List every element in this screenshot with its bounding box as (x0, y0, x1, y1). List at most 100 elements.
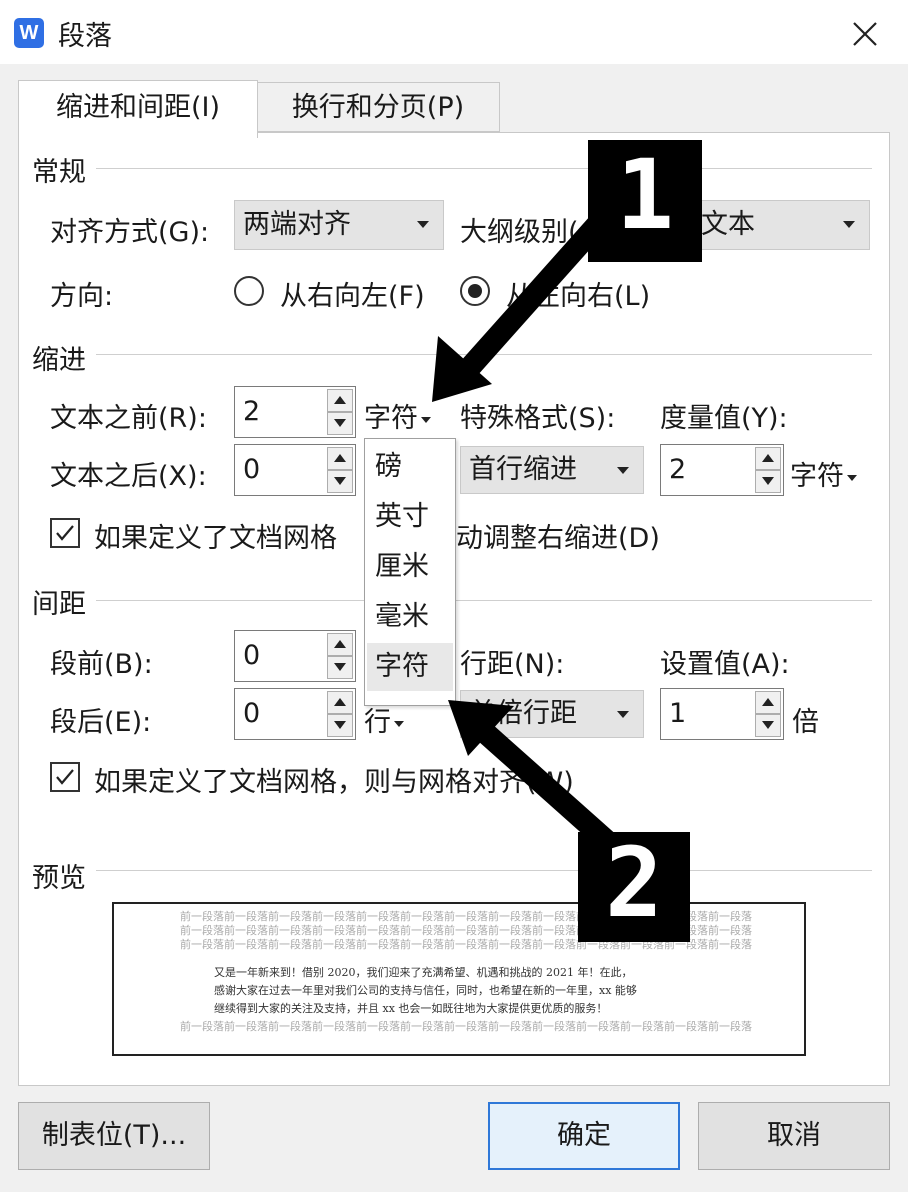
alignment-value: 两端对齐 (243, 209, 351, 240)
indent-after-spinner[interactable]: 0 (234, 444, 356, 496)
arrow-up-icon (762, 698, 774, 706)
arrow-up-icon (334, 698, 346, 706)
special-format-label: 特殊格式(S): (460, 403, 616, 434)
checkmark-icon (56, 525, 74, 541)
caret-down-icon (421, 416, 431, 423)
spin-down-button[interactable] (327, 470, 353, 493)
indent-before-label: 文本之前(R): (50, 403, 207, 434)
tab-indent-spacing[interactable]: 缩进和间距(I) (18, 80, 258, 138)
arrow-up-icon (334, 454, 346, 462)
indent-before-spinner[interactable]: 2 (234, 386, 356, 438)
space-before-spinner[interactable]: 0 (234, 630, 356, 682)
cancel-button[interactable]: 取消 (698, 1102, 890, 1170)
spin-down-button[interactable] (755, 470, 781, 493)
grid-indent-checkbox[interactable] (50, 518, 80, 548)
setting-unit: 倍 (792, 707, 819, 738)
arrow-up-icon (334, 640, 346, 648)
preview-box: 前一段落前一段落前一段落前一段落前一段落前一段落前一段落前一段落前一段落前一段落… (112, 902, 806, 1056)
caret-down-icon (847, 474, 857, 481)
preview-next-line: 前一段落前一段落前一段落前一段落前一段落前一段落前一段落前一段落前一段落前一段落… (180, 1020, 752, 1033)
indent-before-unit-text: 字符 (364, 403, 418, 434)
special-format-value: 首行缩进 (469, 454, 577, 485)
chevron-down-icon (617, 711, 629, 718)
arrow-down-icon (334, 721, 346, 729)
dropdown-option-char[interactable]: 字符 (367, 643, 453, 691)
space-after-label: 段后(E): (50, 707, 152, 738)
tab-line-page-breaks[interactable]: 换行和分页(P) (256, 82, 500, 132)
setting-value-spinner[interactable]: 1 (660, 688, 784, 740)
dropdown-option-inch[interactable]: 英寸 (367, 493, 453, 541)
grid-indent-label-a: 如果定义了文档网格 (94, 523, 337, 554)
grid-indent-label-b: 动调整右缩进(D) (456, 523, 660, 554)
measure-spinner[interactable]: 2 (660, 444, 784, 496)
spin-up-button[interactable] (755, 691, 781, 714)
line-spacing-dropdown[interactable]: 单倍行距 (460, 690, 644, 738)
ltr-radio[interactable] (460, 276, 490, 306)
spin-down-button[interactable] (755, 714, 781, 737)
arrow-down-icon (762, 477, 774, 485)
space-before-label: 段前(B): (50, 649, 153, 680)
title-bar: W 段落 (0, 0, 908, 64)
wps-writer-icon: W (14, 18, 44, 48)
direction-label: 方向: (50, 281, 114, 312)
special-format-dropdown[interactable]: 首行缩进 (460, 446, 644, 494)
checkmark-icon (56, 769, 74, 785)
measure-value: 2 (669, 454, 687, 485)
close-button[interactable] (840, 10, 888, 56)
outline-level-dropdown[interactable]: 文本 (632, 200, 870, 250)
measure-label: 度量值(Y): (660, 403, 788, 434)
arrow-down-icon (334, 477, 346, 485)
preview-text-line: 感谢大家在过去一年里对我们公司的支持与信任，同时，也希望在新的一年里，xx 能够 (214, 984, 637, 997)
section-spacing-title: 间距 (32, 589, 86, 620)
section-indent-title: 缩进 (32, 345, 86, 376)
unit-dropdown-list: 磅 英寸 厘米 毫米 字符 (364, 438, 456, 706)
section-general-title: 常规 (32, 157, 86, 188)
spin-up-button[interactable] (755, 447, 781, 470)
section-divider (96, 168, 872, 169)
spin-up-button[interactable] (327, 633, 353, 656)
indent-before-unit[interactable]: 字符 (364, 396, 431, 435)
dropdown-option-mm[interactable]: 毫米 (367, 593, 453, 641)
section-divider (96, 870, 872, 871)
caret-down-icon (394, 720, 404, 727)
arrow-down-icon (762, 721, 774, 729)
spin-up-button[interactable] (327, 389, 353, 412)
indent-after-label: 文本之后(X): (50, 461, 207, 492)
indent-after-value: 0 (243, 454, 261, 485)
snap-to-grid-checkbox[interactable] (50, 762, 80, 792)
spin-down-button[interactable] (327, 714, 353, 737)
measure-unit-text: 字符 (790, 461, 844, 492)
alignment-label: 对齐方式(G): (50, 217, 210, 248)
dropdown-option-cm[interactable]: 厘米 (367, 543, 453, 591)
chevron-down-icon (417, 221, 429, 228)
preview-text-line: 又是一年新来到！借别 2020，我们迎来了充满希望、机遇和挑战的 2021 年！… (214, 966, 633, 979)
chevron-down-icon (617, 467, 629, 474)
outline-level-label: 大纲级别( (460, 217, 579, 248)
close-icon (853, 22, 877, 46)
measure-unit[interactable]: 字符 (790, 454, 857, 493)
space-after-unit-text: 行 (364, 707, 391, 738)
section-preview-title: 预览 (32, 863, 86, 894)
radio-selected-dot (468, 284, 482, 298)
space-after-value: 0 (243, 698, 261, 729)
snap-to-grid-label: 如果定义了文档网格，则与网格对齐(W) (94, 767, 574, 798)
rtl-radio[interactable] (234, 276, 264, 306)
spin-down-button[interactable] (327, 656, 353, 679)
outline-level-value: 文本 (701, 209, 755, 240)
rtl-label: 从右向左(F) (280, 281, 425, 312)
arrow-down-icon (334, 663, 346, 671)
tab-stops-button[interactable]: 制表位(T)... (18, 1102, 210, 1170)
section-divider (96, 600, 872, 601)
alignment-dropdown[interactable]: 两端对齐 (234, 200, 444, 250)
indent-before-value: 2 (243, 396, 261, 427)
space-after-spinner[interactable]: 0 (234, 688, 356, 740)
preview-text-line: 继续得到大家的关注及支持，并且 xx 也会一如既往地为大家提供更优质的服务！ (214, 1002, 608, 1015)
dropdown-option-pound[interactable]: 磅 (367, 443, 453, 491)
spin-up-button[interactable] (327, 691, 353, 714)
setting-value: 1 (669, 698, 687, 729)
ok-button[interactable]: 确定 (488, 1102, 680, 1170)
arrow-down-icon (334, 419, 346, 427)
line-spacing-value: 单倍行距 (469, 698, 577, 729)
spin-up-button[interactable] (327, 447, 353, 470)
spin-down-button[interactable] (327, 412, 353, 435)
